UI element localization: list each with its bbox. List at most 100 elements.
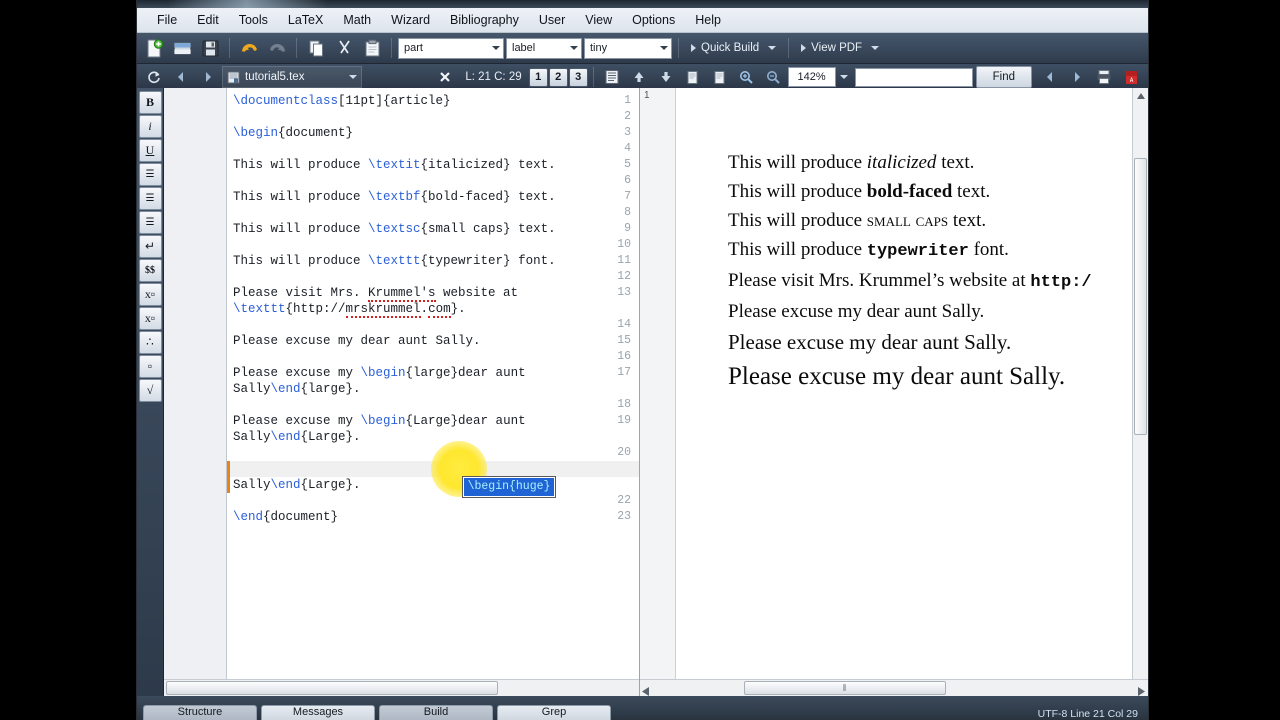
menu-tools[interactable]: Tools xyxy=(229,10,278,30)
undo-icon[interactable] xyxy=(236,36,262,60)
output-tab[interactable]: Build xyxy=(379,705,493,720)
code-line: Please excuse my \begin{large}dear aunt xyxy=(233,366,526,380)
quick-build-button[interactable]: Quick Build xyxy=(685,36,782,60)
output-tab[interactable]: Messages xyxy=(261,705,375,720)
structure-level-value: part xyxy=(404,42,423,54)
view-pdf-label: View PDF xyxy=(811,42,863,54)
pdf-text-line: Please excuse my dear aunt Sally. xyxy=(728,299,1132,325)
open-file-name: tutorial5.tex xyxy=(245,71,305,83)
cut-icon[interactable] xyxy=(331,36,357,60)
bookmark-button-1[interactable]: 1 xyxy=(528,67,548,87)
chevron-down-icon[interactable] xyxy=(768,46,777,50)
menu-bibliography[interactable]: Bibliography xyxy=(440,10,529,30)
redo-icon[interactable] xyxy=(264,36,290,60)
previous-page-icon[interactable] xyxy=(680,65,706,89)
menu-view[interactable]: View xyxy=(575,10,622,30)
editor-hscroll-thumb[interactable] xyxy=(166,681,498,695)
font-size-select[interactable]: tiny xyxy=(584,37,672,59)
zoom-in-icon[interactable] xyxy=(734,65,760,89)
search-input[interactable] xyxy=(854,67,973,87)
underline-icon[interactable]: U xyxy=(138,139,162,162)
paste-icon[interactable] xyxy=(359,36,385,60)
subscript-icon[interactable]: x▫ xyxy=(138,283,162,306)
sqrt-icon[interactable]: √ xyxy=(138,379,162,402)
refresh-icon[interactable] xyxy=(141,65,167,89)
chevron-down-icon xyxy=(660,46,668,50)
main-toolbar: part label tiny Quick Build View PDF xyxy=(137,33,1148,64)
scroll-up-arrow-icon[interactable] xyxy=(1133,88,1148,103)
main-area: Bi U ☰ ☰ ☰ ↵ $$ x▫ x▫ ∴ ▫ √ 1 \documentclass[11pt]{a… xyxy=(137,88,1148,696)
toc-icon[interactable] xyxy=(599,65,625,89)
line-number: 23 xyxy=(617,510,631,523)
fraction-icon[interactable]: ▫ xyxy=(138,355,162,378)
menu-edit[interactable]: Edit xyxy=(187,10,229,30)
italic-icon[interactable]: i xyxy=(138,115,162,138)
bookmark-button-2[interactable]: 2 xyxy=(548,67,568,87)
align-left-icon[interactable]: ☰ xyxy=(138,163,162,186)
close-file-button[interactable] xyxy=(432,65,458,89)
menu-file[interactable]: File xyxy=(147,10,187,30)
find-previous-icon[interactable] xyxy=(1037,65,1063,89)
chevron-down-icon[interactable] xyxy=(839,75,848,79)
code-line: This will produce \textbf{bold-faced} te… xyxy=(233,190,556,204)
next-page-icon[interactable] xyxy=(707,65,733,89)
pdf-text-line: This will produce typewriter font. xyxy=(728,237,1132,265)
chevron-down-icon xyxy=(492,46,500,50)
label-select[interactable]: label xyxy=(506,37,582,59)
math-mode-icon[interactable]: $$ xyxy=(138,259,162,282)
pdf-text-line: Please excuse my dear aunt Sally. xyxy=(728,328,1132,357)
copy-icon[interactable] xyxy=(303,36,329,60)
menu-latex[interactable]: LaTeX xyxy=(278,10,333,30)
structure-level-select[interactable]: part xyxy=(398,37,504,59)
chevron-down-icon[interactable] xyxy=(349,75,357,79)
menu-options[interactable]: Options xyxy=(622,10,685,30)
align-center-icon[interactable]: ☰ xyxy=(138,187,162,210)
open-file-icon[interactable] xyxy=(169,36,195,60)
pdf-viewport[interactable]: 1 This will produce italicized text. This… xyxy=(640,88,1148,679)
zoom-out-icon[interactable] xyxy=(761,65,787,89)
source-editor[interactable]: 1 \documentclass[11pt]{article} 2 3 \begin{d… xyxy=(164,88,639,679)
line-number-gutter xyxy=(164,88,227,679)
pdf-text-run: text. xyxy=(948,210,987,231)
nav-forward-icon[interactable] xyxy=(195,65,221,89)
bold-icon[interactable]: B xyxy=(138,91,162,114)
toolbar-separator xyxy=(788,38,790,58)
newline-icon[interactable]: ↵ xyxy=(138,235,162,258)
autocomplete-tooltip[interactable]: \begin{huge} xyxy=(462,477,556,497)
new-file-icon[interactable] xyxy=(141,36,167,60)
pdf-vertical-scrollbar[interactable] xyxy=(1132,88,1148,679)
view-pdf-button[interactable]: View PDF xyxy=(795,36,885,60)
output-tab[interactable]: Grep xyxy=(497,705,611,720)
pdf-horizontal-scrollbar[interactable]: ⦀ xyxy=(640,679,1148,696)
find-button[interactable]: Find xyxy=(975,66,1032,88)
print-icon[interactable] xyxy=(1091,65,1117,89)
line-number: 3 xyxy=(624,126,631,139)
zoom-level-value[interactable]: 142% xyxy=(787,67,836,87)
scroll-down-icon[interactable] xyxy=(653,65,679,89)
align-right-icon[interactable]: ☰ xyxy=(138,211,162,234)
pdf-export-icon[interactable]: A xyxy=(1118,65,1144,89)
code-text-area[interactable]: 1 \documentclass[11pt]{article} 2 3 \begin{d… xyxy=(227,88,639,679)
scroll-up-icon[interactable] xyxy=(626,65,652,89)
chevron-down-icon[interactable] xyxy=(871,46,880,50)
output-tab[interactable]: Structure xyxy=(143,705,257,720)
pdf-page-gutter: 1 xyxy=(640,88,676,679)
save-file-icon[interactable] xyxy=(197,36,223,60)
pdf-vscroll-thumb[interactable] xyxy=(1134,158,1147,435)
line-number: 19 xyxy=(617,414,631,427)
menu-math[interactable]: Math xyxy=(333,10,381,30)
bookmark-gutter[interactable] xyxy=(208,88,218,679)
find-next-icon[interactable] xyxy=(1064,65,1090,89)
menu-wizard[interactable]: Wizard xyxy=(381,10,440,30)
editor-horizontal-scrollbar[interactable] xyxy=(164,679,639,696)
bookmark-button-3[interactable]: 3 xyxy=(568,67,588,87)
nav-back-icon[interactable] xyxy=(168,65,194,89)
pdf-hscroll-thumb[interactable]: ⦀ xyxy=(744,681,946,695)
line-number: 8 xyxy=(624,206,631,219)
menu-help[interactable]: Help xyxy=(685,10,731,30)
menu-user[interactable]: User xyxy=(529,10,575,30)
open-file-tab[interactable]: tutorial5.tex xyxy=(222,66,362,88)
line-number: 16 xyxy=(617,350,631,363)
dots-icon[interactable]: ∴ xyxy=(138,331,162,354)
superscript-icon[interactable]: x▫ xyxy=(138,307,162,330)
